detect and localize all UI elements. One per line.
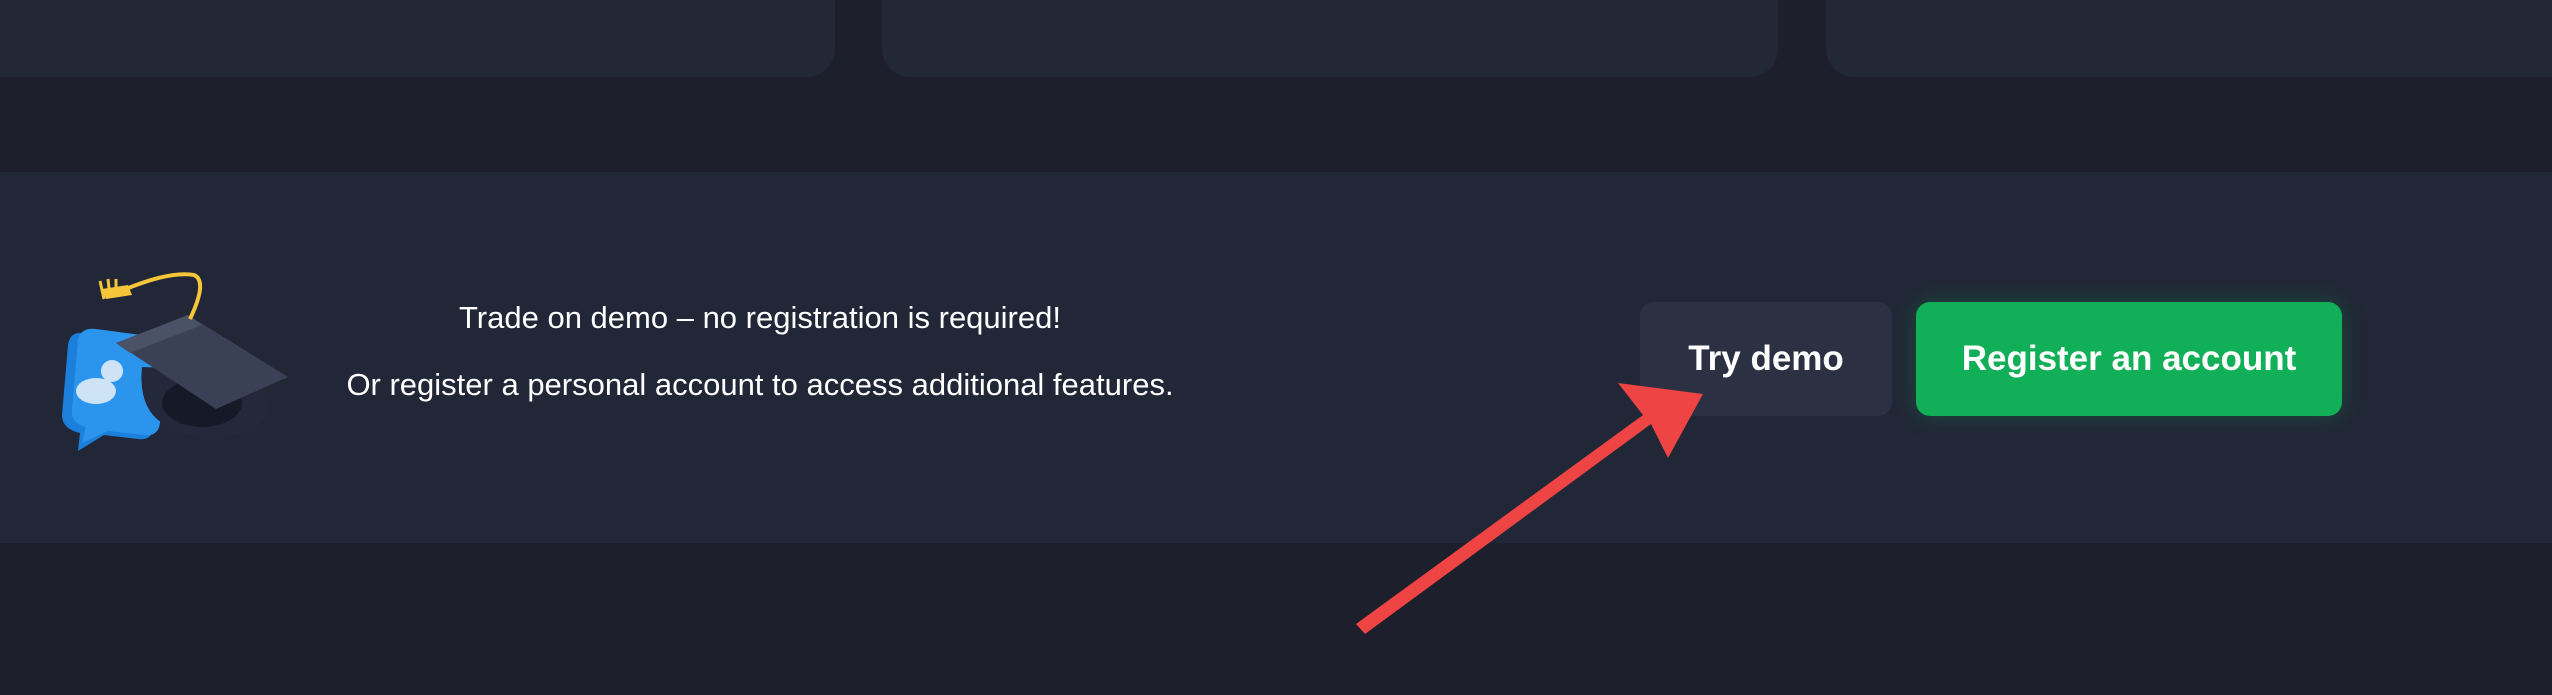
try-demo-button[interactable]: Try demo (1640, 302, 1892, 416)
top-card-right (1826, 0, 2552, 77)
promo-text-block: Trade on demo – no registration is requi… (320, 298, 1200, 405)
promo-headline: Trade on demo – no registration is requi… (459, 300, 1061, 335)
register-account-button[interactable]: Register an account (1916, 302, 2342, 416)
graduation-cap-chat-bubble-icon (62, 272, 288, 451)
demo-promo-banner: Trade on demo – no registration is requi… (0, 172, 2552, 543)
promo-subtext: Or register a personal account to access… (346, 367, 1174, 402)
top-card-middle (882, 0, 1778, 77)
top-card-left (0, 0, 835, 77)
